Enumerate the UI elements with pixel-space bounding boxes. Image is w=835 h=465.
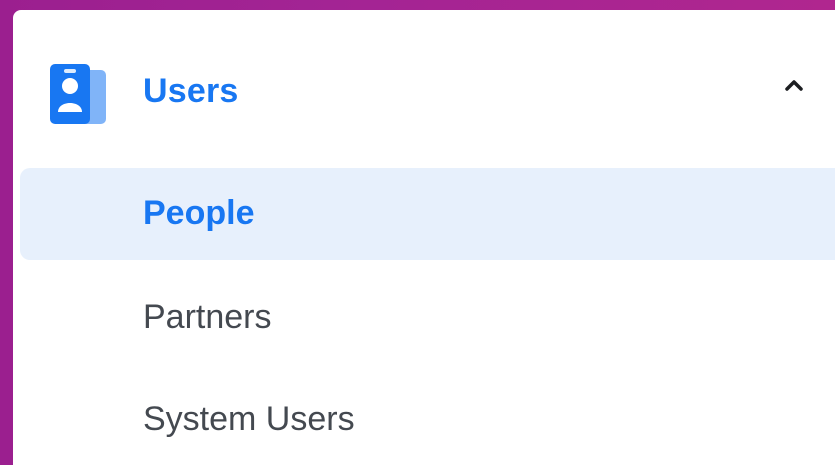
section-title: Users: [143, 72, 239, 110]
users-section-header[interactable]: Users: [13, 50, 835, 130]
nav-item-label: System Users: [143, 400, 355, 438]
nav-item-people[interactable]: People: [20, 168, 835, 260]
users-icon: [46, 60, 112, 130]
nav-item-system-users[interactable]: System Users: [20, 374, 835, 465]
nav-item-label: Partners: [143, 298, 272, 336]
nav-item-label: People: [143, 194, 255, 232]
navigation-panel: Users People Partners System Users: [13, 10, 835, 465]
chevron-up-icon[interactable]: [783, 74, 805, 96]
nav-item-partners[interactable]: Partners: [20, 272, 835, 364]
